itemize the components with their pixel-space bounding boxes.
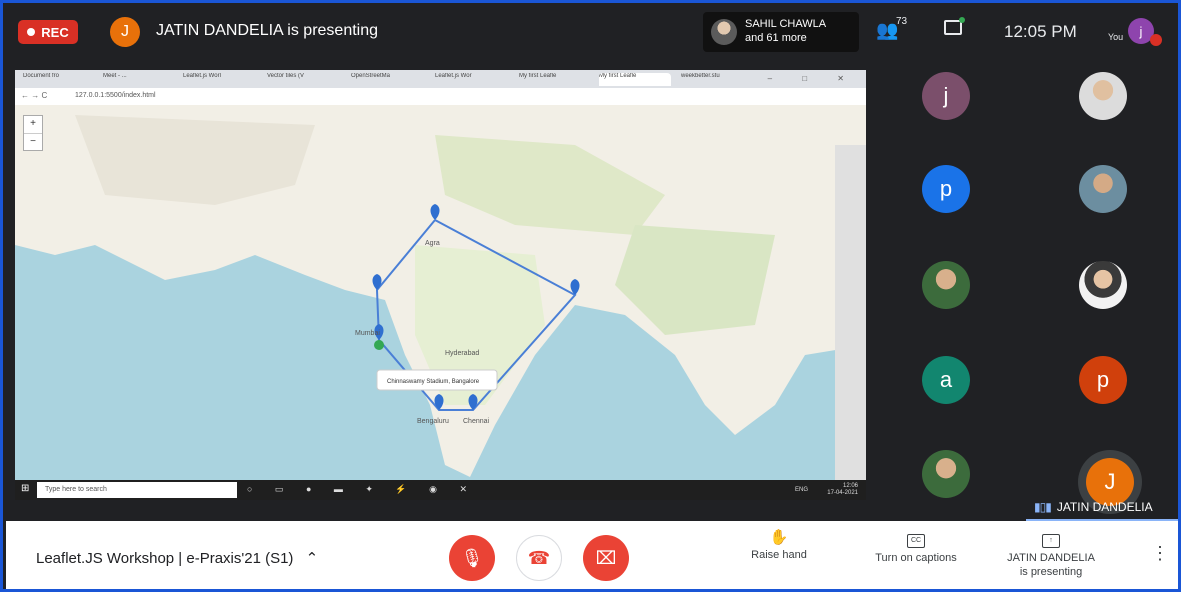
browser-tab-active[interactable]: My first Leafle [599, 73, 671, 86]
tray-time: 12:06 [842, 483, 858, 489]
browser-tab[interactable]: weekbetter.stu [681, 73, 751, 86]
browser-tab[interactable]: Vector tiles (V [267, 73, 337, 86]
leave-call-button[interactable]: ☎ [516, 535, 562, 581]
map-marker-green [374, 340, 384, 350]
speaker-preview[interactable]: SAHIL CHAWLA and 61 more [703, 12, 859, 52]
meeting-details[interactable]: Leaflet.JS Workshop | e-Praxis'21 (S1) ⌃ [36, 549, 318, 567]
top-right-controls: 👥 73 12:05 PM You j [866, 6, 1178, 54]
speaker-name: SAHIL CHAWLA [745, 18, 827, 30]
tray-date: 17-04-2021 [827, 490, 858, 496]
chat-icon[interactable] [944, 17, 965, 35]
participant-photo[interactable] [922, 450, 970, 498]
participant-photo[interactable] [1079, 165, 1127, 213]
popup-text: Chinnaswamy Stadium, Bangalore [387, 379, 480, 385]
hang-up-icon: ☎ [527, 547, 551, 568]
participant-photo[interactable] [922, 261, 970, 309]
captions-button[interactable]: CC Turn on captions [864, 531, 968, 565]
speaker-avatar [711, 19, 737, 45]
active-speaker-avatar[interactable]: J [1086, 458, 1134, 506]
you-label: You [1108, 32, 1124, 42]
meeting-title: Leaflet.JS Workshop | e-Praxis'21 (S1) [36, 550, 294, 567]
raise-hand-button[interactable]: ✋ Raise hand [744, 529, 814, 562]
presenting-title: JATIN DANDELIA is presenting [156, 22, 379, 39]
presenting-line2: is presenting [1019, 566, 1083, 578]
audio-level-icon: ▮▯▮ [1034, 500, 1052, 514]
presenting-line1: JATIN DANDELIA [1007, 552, 1095, 564]
clock: 12:05 PM [1004, 22, 1077, 41]
zoom-control[interactable]: + − [23, 115, 43, 151]
taskbar-search[interactable]: Type here to search [37, 482, 237, 498]
presenting-button[interactable]: ↑ JATIN DANDELIA is presenting [1006, 531, 1096, 579]
participant-grid: j p a p J ▮▯▮ JATIN DANDELIA [866, 54, 1178, 522]
meet-window: REC J JATIN DANDELIA is presenting SAHIL… [0, 0, 1181, 592]
taskbar-app-icons[interactable]: ○ ▭ ● ▬ ✦ ⚡ ◉ ✕ [247, 484, 477, 495]
camera-off-icon: ⌧ [595, 547, 617, 568]
shared-screen: Document fro Meet - ... Leaflet.js Worl … [15, 70, 866, 500]
browser-tab[interactable]: Leaflet.js Wor [435, 73, 505, 86]
map-scrollbar [835, 145, 866, 480]
browser-tab[interactable]: Document fro [23, 73, 93, 86]
mic-off-icon: 🎙 [460, 547, 484, 568]
chevron-up-icon: ⌃ [305, 550, 319, 567]
url-text[interactable]: 127.0.0.1:5500/index.html [75, 92, 156, 99]
raise-hand-label: Raise hand [751, 549, 807, 561]
presenter-avatar: J [110, 17, 140, 47]
zoom-in-button[interactable]: + [24, 116, 42, 134]
present-screen-icon: ↑ [1006, 531, 1096, 548]
map-label: Chennai [463, 418, 490, 425]
participant-avatar[interactable]: a [922, 356, 970, 404]
active-speaker-label: ▮▯▮ JATIN DANDELIA [1034, 500, 1153, 514]
browser-tab[interactable]: My first Leafle [519, 73, 589, 86]
map-label: Agra [425, 240, 440, 247]
rec-label: REC [41, 24, 69, 40]
recording-indicator: REC [18, 20, 78, 44]
windows-start-icon[interactable]: ⊞ [21, 483, 29, 494]
speaker-more: and 61 more [745, 32, 807, 44]
participant-avatar[interactable]: p [1079, 356, 1127, 404]
leaflet-map[interactable]: Mumbai Agra Chennai Bengaluru Hyderabad … [15, 105, 866, 480]
browser-tab[interactable]: Leaflet.js Worl [183, 73, 253, 86]
browser-tab[interactable]: OpenStreetMa [351, 73, 421, 86]
tray-lang: ENG [794, 487, 808, 493]
mic-off-button[interactable]: 🎙 [449, 535, 495, 581]
self-status-badge [1150, 34, 1162, 46]
map-label: Mumbai [355, 330, 380, 337]
more-options-icon[interactable]: ⋮ [1151, 543, 1169, 564]
camera-off-button[interactable]: ⌧ [583, 535, 629, 581]
zoom-out-button[interactable]: − [24, 134, 42, 151]
hand-icon: ✋ [769, 529, 789, 546]
browser-tab[interactable]: Meet - ... [103, 73, 163, 86]
people-count: 73 [896, 16, 908, 27]
map-label: Hyderabad [445, 350, 479, 357]
system-tray: 12:06 17-04-2021 [827, 483, 858, 497]
browser-tab-bar: Document fro Meet - ... Leaflet.js Worl … [15, 70, 866, 88]
record-dot-icon [27, 28, 36, 36]
captions-icon: CC [864, 531, 968, 548]
browser-address-bar[interactable]: ← → C 127.0.0.1:5500/index.html [15, 88, 866, 106]
window-controls[interactable]: – □ ✕ [768, 74, 858, 83]
participant-avatar[interactable]: p [922, 165, 970, 213]
participant-photo[interactable] [1079, 261, 1127, 309]
top-bar: REC J JATIN DANDELIA is presenting SAHIL… [6, 6, 866, 54]
bottom-bar: Leaflet.JS Workshop | e-Praxis'21 (S1) ⌃… [6, 521, 1178, 589]
captions-label: Turn on captions [875, 552, 957, 564]
map-label: Bengaluru [417, 418, 449, 425]
participant-photo[interactable] [1079, 72, 1127, 120]
nav-arrows-icon[interactable]: ← → C [21, 91, 47, 100]
participant-avatar[interactable]: j [922, 72, 970, 120]
active-speaker-name: JATIN DANDELIA [1056, 500, 1153, 514]
speaker-name-block: SAHIL CHAWLA and 61 more [745, 17, 826, 45]
windows-taskbar: ⊞ Type here to search ○ ▭ ● ▬ ✦ ⚡ ◉ ✕ 12… [15, 480, 866, 500]
